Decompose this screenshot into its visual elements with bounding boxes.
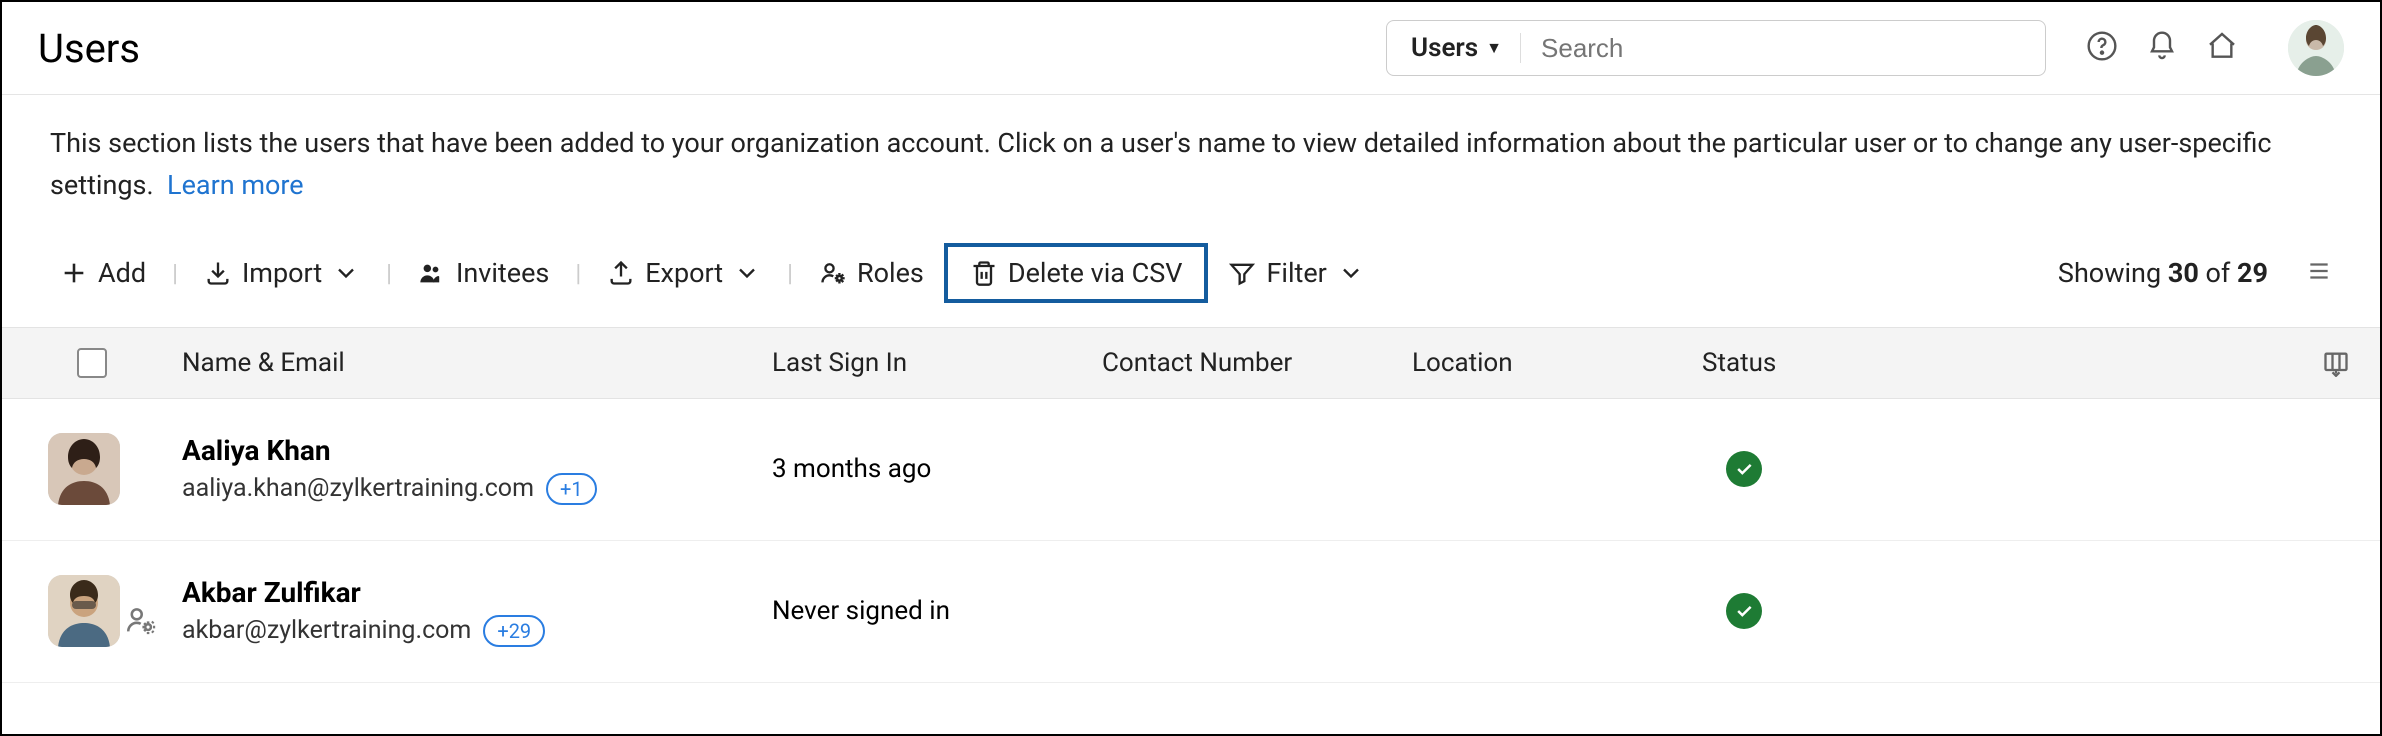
density-icon[interactable] [2306, 258, 2332, 288]
export-button[interactable]: Export [597, 251, 771, 295]
help-icon[interactable] [2086, 30, 2118, 66]
admin-role-icon [124, 603, 158, 641]
search-scope-label: Users [1411, 33, 1478, 63]
column-header-signin[interactable]: Last Sign In [772, 348, 1102, 378]
column-settings-icon[interactable] [2222, 349, 2380, 377]
chevron-down-icon: ▼ [1486, 38, 1502, 58]
avatar[interactable] [2288, 20, 2344, 76]
section-description: This section lists the users that have b… [2, 95, 2380, 207]
separator: | [380, 259, 398, 287]
invitees-button[interactable]: Invitees [408, 251, 559, 295]
extra-count-badge[interactable]: +1 [546, 473, 597, 505]
import-button[interactable]: Import [194, 251, 370, 295]
user-avatar [48, 433, 120, 505]
extra-count-badge[interactable]: +29 [483, 615, 545, 647]
search-scope-dropdown[interactable]: Users ▼ [1411, 33, 1521, 63]
column-header-status[interactable]: Status [1702, 348, 2222, 378]
roles-button[interactable]: Roles [809, 251, 934, 295]
user-name[interactable]: Akbar Zulfikar [182, 576, 772, 609]
search-input[interactable] [1539, 32, 2031, 65]
column-header-contact[interactable]: Contact Number [1102, 348, 1412, 378]
column-header-name[interactable]: Name & Email [182, 348, 772, 378]
column-header-location[interactable]: Location [1412, 348, 1702, 378]
user-email: aaliya.khan@zylkertraining.com [182, 474, 534, 503]
search-bar[interactable]: Users ▼ [1386, 20, 2046, 76]
showing-count: Showing 30 of 29 [2058, 257, 2268, 289]
delete-via-csv-button[interactable]: Delete via CSV [944, 243, 1209, 303]
chevron-down-icon [1337, 259, 1365, 287]
bell-icon[interactable] [2146, 30, 2178, 66]
separator: | [166, 259, 184, 287]
last-signin: Never signed in [772, 596, 1102, 626]
filter-button[interactable]: Filter [1218, 251, 1374, 295]
status-active-icon [1726, 451, 1762, 487]
page-title: Users [38, 25, 1386, 72]
user-name[interactable]: Aaliya Khan [182, 434, 772, 467]
learn-more-link[interactable]: Learn more [167, 169, 304, 201]
user-avatar [48, 575, 120, 647]
chevron-down-icon [332, 259, 360, 287]
user-email: akbar@zylkertraining.com [182, 616, 471, 645]
table-row[interactable]: Akbar Zulfikar akbar@zylkertraining.com … [2, 541, 2380, 683]
chevron-down-icon [733, 259, 761, 287]
table-row[interactable]: Aaliya Khan aaliya.khan@zylkertraining.c… [2, 399, 2380, 541]
separator: | [781, 259, 799, 287]
select-all-checkbox[interactable] [77, 348, 107, 378]
add-button[interactable]: Add [50, 251, 156, 295]
separator: | [569, 259, 587, 287]
status-active-icon [1726, 593, 1762, 629]
last-signin: 3 months ago [772, 454, 1102, 484]
home-icon[interactable] [2206, 30, 2238, 66]
